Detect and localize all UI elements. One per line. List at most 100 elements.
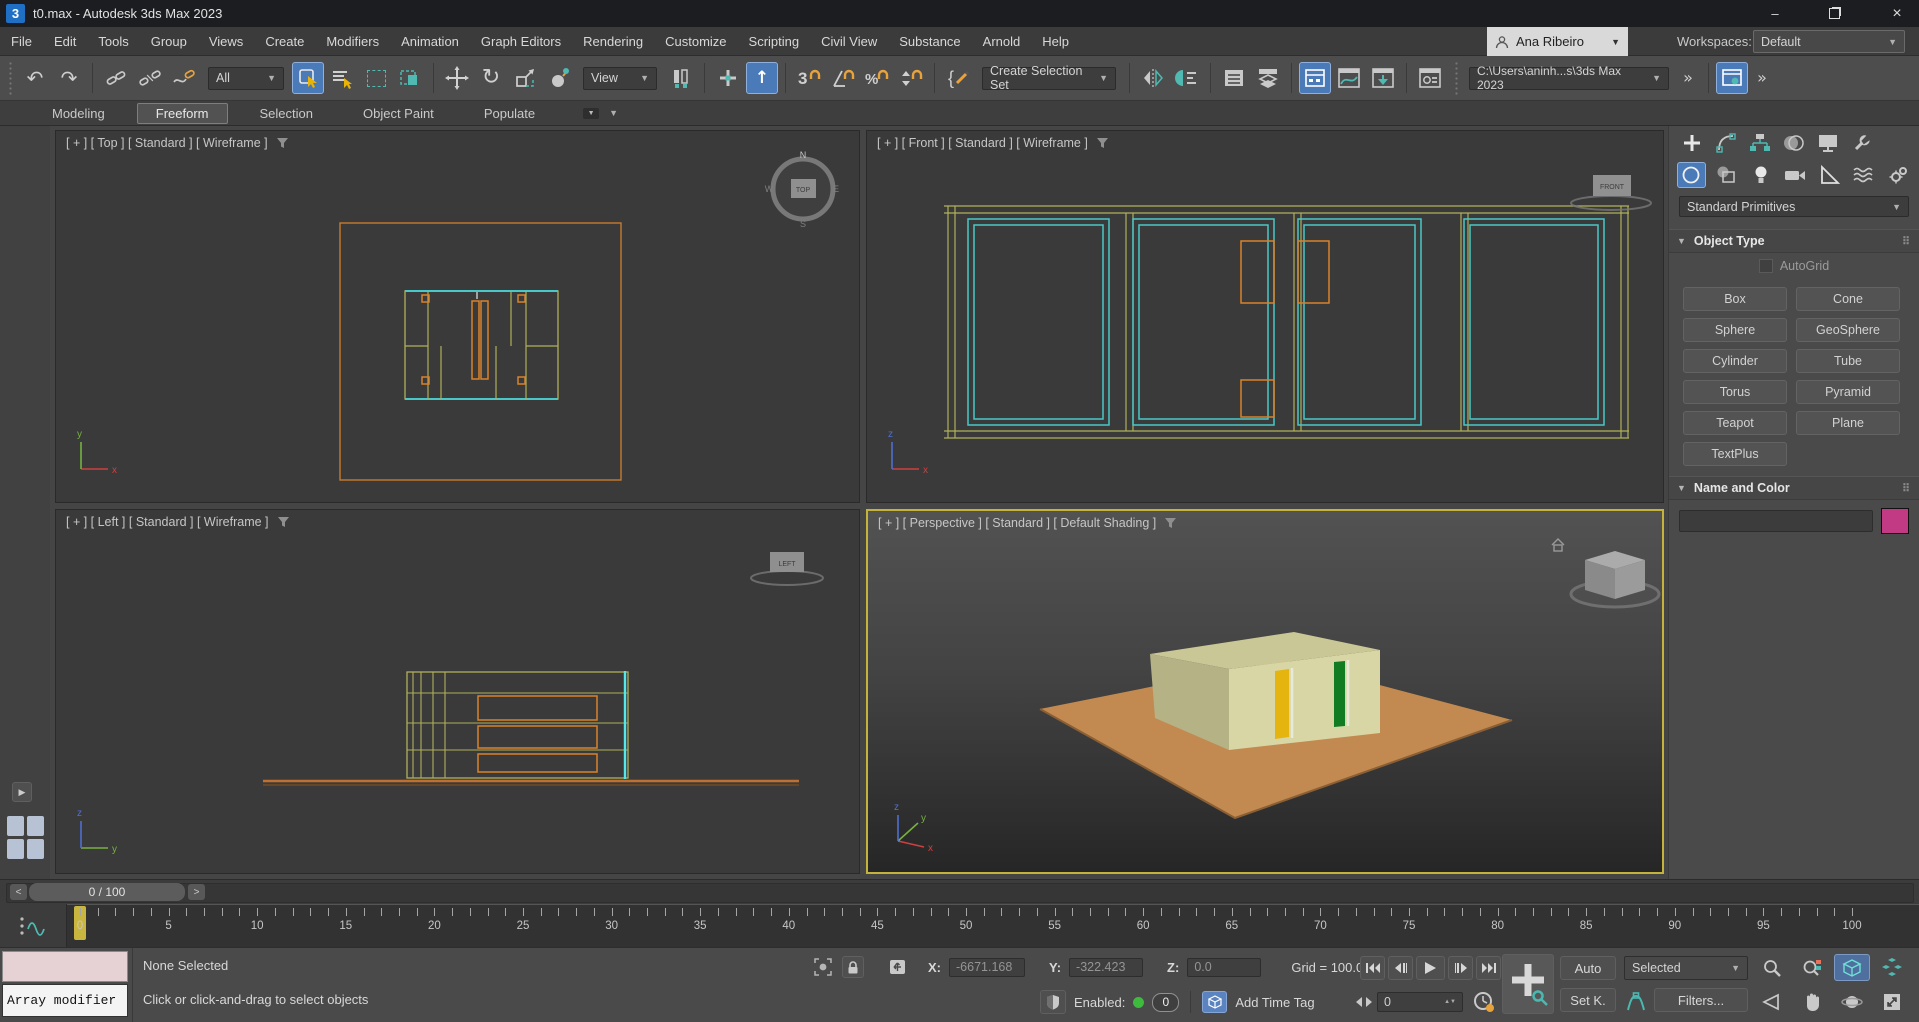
viewport-front-label[interactable]: [ + ] [ Front ] [ Standard ] [ Wireframe… [877, 136, 1109, 150]
mirror-icon[interactable] [1137, 62, 1169, 94]
select-and-move-icon[interactable] [441, 62, 473, 94]
object-name-field[interactable] [1679, 510, 1873, 532]
toolbar-grip[interactable] [1454, 61, 1459, 95]
select-and-rotate-icon[interactable]: ↻ [475, 62, 507, 94]
home-icon[interactable] [1552, 539, 1564, 551]
z-coordinate-field[interactable]: 0.0 [1187, 958, 1261, 977]
track-bar[interactable]: 0510152025303540455055606570758085909510… [0, 904, 1919, 947]
select-and-place-icon[interactable] [543, 62, 575, 94]
project-folder-dropdown[interactable]: C:\Users\aninh...s\3ds Max 2023▼ [1469, 67, 1669, 90]
filter-funnel-icon[interactable] [1164, 517, 1177, 529]
toolbar-overflow-button[interactable]: » [1675, 62, 1701, 94]
menu-item-file[interactable]: File [0, 27, 43, 56]
set-keys-button[interactable] [1502, 954, 1554, 1014]
menu-item-substance[interactable]: Substance [888, 27, 971, 56]
undo-button[interactable]: ↶ [19, 62, 51, 94]
select-object-button[interactable] [292, 62, 324, 94]
viewport-front[interactable]: [ + ] [ Front ] [ Standard ] [ Wireframe… [866, 130, 1664, 503]
category-spacewarps-icon[interactable] [1850, 162, 1879, 188]
frame-step-arrows-icon[interactable] [1356, 996, 1372, 1008]
schematic-view-icon[interactable] [1367, 62, 1399, 94]
minimize-button[interactable]: – [1753, 0, 1797, 27]
menu-item-graph-editors[interactable]: Graph Editors [470, 27, 572, 56]
menu-item-create[interactable]: Create [254, 27, 315, 56]
next-frame-arrow[interactable]: > [188, 884, 205, 900]
window-crossing-icon[interactable] [394, 62, 426, 94]
select-by-name-icon[interactable] [326, 62, 358, 94]
menu-item-group[interactable]: Group [140, 27, 198, 56]
time-slider-handle[interactable]: 0 / 100 [29, 883, 185, 901]
menu-item-tools[interactable]: Tools [87, 27, 139, 56]
next-frame-button[interactable] [1448, 956, 1473, 980]
category-systems-icon[interactable] [1884, 162, 1913, 188]
filter-funnel-icon[interactable] [1096, 137, 1109, 149]
maxscript-listener-input[interactable]: Array modifier [2, 984, 128, 1017]
menu-item-views[interactable]: Views [198, 27, 254, 56]
time-configuration-icon[interactable] [1472, 990, 1496, 1014]
primitive-category-dropdown[interactable]: Standard Primitives▼ [1679, 196, 1909, 217]
tab-motion-icon[interactable] [1779, 130, 1809, 156]
object-type-geosphere[interactable]: GeoSphere [1796, 318, 1900, 342]
edit-named-selection-sets-icon[interactable]: { [942, 62, 974, 94]
tab-modify-icon[interactable] [1711, 130, 1741, 156]
ribbon-tab-freeform[interactable]: Freeform [137, 103, 228, 124]
viewport-left[interactable]: [ + ] [ Left ] [ Standard ] [ Wireframe … [55, 509, 860, 874]
ribbon-tab-populate[interactable]: Populate [466, 104, 553, 123]
render-setup-icon[interactable] [1414, 62, 1446, 94]
autogrid-checkbox[interactable] [1759, 259, 1773, 273]
object-type-sphere[interactable]: Sphere [1683, 318, 1787, 342]
mute-count-badge[interactable]: 0 [1152, 993, 1179, 1012]
category-lights-icon[interactable] [1746, 162, 1775, 188]
previous-frame-arrow[interactable]: < [10, 884, 27, 900]
key-filters-icon[interactable] [1624, 990, 1648, 1012]
selection-filter-dropdown[interactable]: All▼ [208, 67, 284, 90]
rectangular-selection-region-icon[interactable] [360, 62, 392, 94]
auto-key-button[interactable]: Auto [1560, 956, 1616, 980]
menu-item-customize[interactable]: Customize [654, 27, 737, 56]
time-tag-cube-icon[interactable] [1202, 991, 1227, 1013]
viewcube-perspective[interactable] [1571, 551, 1659, 607]
track-ruler[interactable]: 0510152025303540455055606570758085909510… [0, 904, 1919, 948]
menu-item-arnold[interactable]: Arnold [972, 27, 1032, 56]
workspace-dropdown[interactable]: Default ▼ [1753, 30, 1905, 53]
viewcube-top[interactable]: TOP N E S W [765, 150, 839, 229]
toolbar-grip[interactable] [8, 61, 13, 95]
curve-editor-icon[interactable] [1333, 62, 1365, 94]
zoom-all-icon[interactable] [1794, 954, 1830, 981]
object-type-teapot[interactable]: Teapot [1683, 411, 1787, 435]
menu-item-modifiers[interactable]: Modifiers [315, 27, 390, 56]
object-type-box[interactable]: Box [1683, 287, 1787, 311]
orbit-icon[interactable] [1834, 988, 1870, 1015]
viewport-top-label[interactable]: [ + ] [ Top ] [ Standard ] [ Wireframe ] [66, 136, 289, 150]
selected-keyset-dropdown[interactable]: Selected▼ [1624, 956, 1748, 980]
y-coordinate-field[interactable]: -322.423 [1069, 958, 1143, 977]
use-pivot-point-icon[interactable] [665, 62, 697, 94]
menu-item-edit[interactable]: Edit [43, 27, 87, 56]
user-account-menu[interactable]: Ana Ribeiro ▼ [1487, 27, 1628, 56]
object-type-pyramid[interactable]: Pyramid [1796, 380, 1900, 404]
viewport-perspective[interactable]: [ + ] [ Perspective ] [ Standard ] [ Def… [866, 509, 1664, 874]
maxscript-listener-output[interactable] [2, 951, 128, 982]
viewport-top[interactable]: [ + ] [ Top ] [ Standard ] [ Wireframe ] [55, 130, 860, 503]
keyboard-shortcut-override-icon[interactable]: ↑ [746, 62, 778, 94]
select-and-manipulate-icon[interactable] [712, 62, 744, 94]
spinner-arrows-icon[interactable]: ▲▼ [1444, 1000, 1456, 1005]
object-type-textplus[interactable]: TextPlus [1683, 442, 1787, 466]
tab-create-icon[interactable] [1677, 130, 1707, 156]
field-of-view-icon[interactable] [1754, 988, 1790, 1015]
maximize-viewport-toggle-icon[interactable] [1874, 988, 1910, 1015]
add-time-tag[interactable]: Add Time Tag [1235, 995, 1314, 1010]
snaps-toggle-icon[interactable]: 3 [793, 62, 825, 94]
filter-funnel-icon[interactable] [276, 137, 289, 149]
filter-funnel-icon[interactable] [277, 516, 290, 528]
tab-hierarchy-icon[interactable] [1745, 130, 1775, 156]
toolbar-overflow-button-2[interactable]: » [1750, 62, 1774, 94]
viewcube-left[interactable]: LEFT [751, 552, 823, 585]
sound-shield-icon[interactable] [1040, 990, 1066, 1014]
menu-item-help[interactable]: Help [1031, 27, 1080, 56]
align-icon[interactable] [1171, 62, 1203, 94]
go-to-end-button[interactable] [1476, 956, 1501, 980]
layout-flyout-button[interactable]: ▶ [12, 782, 32, 802]
menu-item-animation[interactable]: Animation [390, 27, 470, 56]
viewcube-front[interactable]: FRONT [1571, 175, 1651, 210]
